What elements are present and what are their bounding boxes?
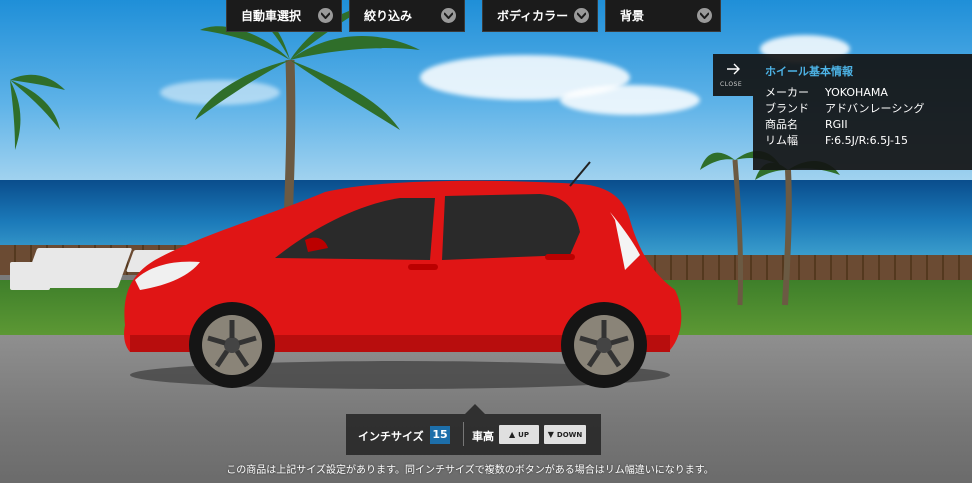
close-label: CLOSE bbox=[720, 81, 743, 88]
height-up-button[interactable]: ▲ UP bbox=[499, 425, 539, 444]
info-key: リム幅 bbox=[765, 134, 798, 147]
size-control-panel: インチサイズ 15 車高 ▲ UP ▼ DOWN bbox=[346, 414, 601, 455]
info-key: ブランド bbox=[765, 102, 809, 115]
palm-tree bbox=[10, 74, 65, 150]
info-row: メーカー YOKOHAMA bbox=[765, 84, 888, 100]
chevron-down-icon bbox=[697, 8, 712, 23]
inch-size-label: インチサイズ bbox=[358, 430, 424, 443]
info-value: アドバンレーシング bbox=[825, 102, 925, 115]
info-value: F:6.5J/R:6.5J-15 bbox=[825, 134, 908, 147]
car-image bbox=[124, 161, 682, 389]
size-note: この商品は上記サイズ設定があります。同インチサイズで複数のボタンがある場合はリム… bbox=[226, 465, 714, 476]
chevron-down-icon bbox=[441, 8, 456, 23]
info-row: 商品名 RGII bbox=[765, 116, 848, 132]
wheel-info-panel: ホイール基本情報 メーカー YOKOHAMA ブランド アドバンレーシング 商品名 R… bbox=[753, 54, 972, 170]
inch-size-button[interactable]: 15 bbox=[430, 426, 450, 444]
ride-height-label: 車高 bbox=[472, 430, 494, 443]
dropdown-label: ボディカラー bbox=[497, 9, 569, 23]
dropdown-label: 背景 bbox=[620, 9, 645, 23]
arrow-right-icon bbox=[727, 63, 740, 75]
height-down-button[interactable]: ▼ DOWN bbox=[544, 425, 586, 444]
info-row: ブランド アドバンレーシング bbox=[765, 100, 924, 116]
info-row: リム幅 F:6.5J/R:6.5J-15 bbox=[765, 132, 908, 148]
control-notch bbox=[465, 404, 485, 414]
info-title: ホイール基本情報 bbox=[765, 65, 853, 78]
info-value: RGII bbox=[825, 118, 848, 131]
filter-dropdown[interactable]: 絞り込み bbox=[349, 0, 465, 32]
dropdown-label: 自動車選択 bbox=[241, 9, 302, 23]
info-close-button[interactable]: CLOSE bbox=[713, 54, 753, 96]
divider bbox=[463, 422, 464, 446]
chevron-down-icon bbox=[318, 8, 333, 23]
triangle-up-icon: ▲ bbox=[509, 430, 516, 439]
info-key: メーカー bbox=[765, 86, 809, 99]
background-dropdown[interactable]: 背景 bbox=[605, 0, 721, 32]
down-label: DOWN bbox=[556, 430, 583, 439]
info-key: 商品名 bbox=[765, 118, 798, 131]
dropdown-label: 絞り込み bbox=[364, 9, 413, 23]
chevron-down-icon bbox=[574, 8, 589, 23]
car-select-dropdown[interactable]: 自動車選択 bbox=[226, 0, 342, 32]
up-label: UP bbox=[518, 430, 529, 439]
info-value: YOKOHAMA bbox=[825, 86, 888, 99]
body-color-dropdown[interactable]: ボディカラー bbox=[482, 0, 598, 32]
triangle-down-icon: ▼ bbox=[547, 430, 554, 439]
